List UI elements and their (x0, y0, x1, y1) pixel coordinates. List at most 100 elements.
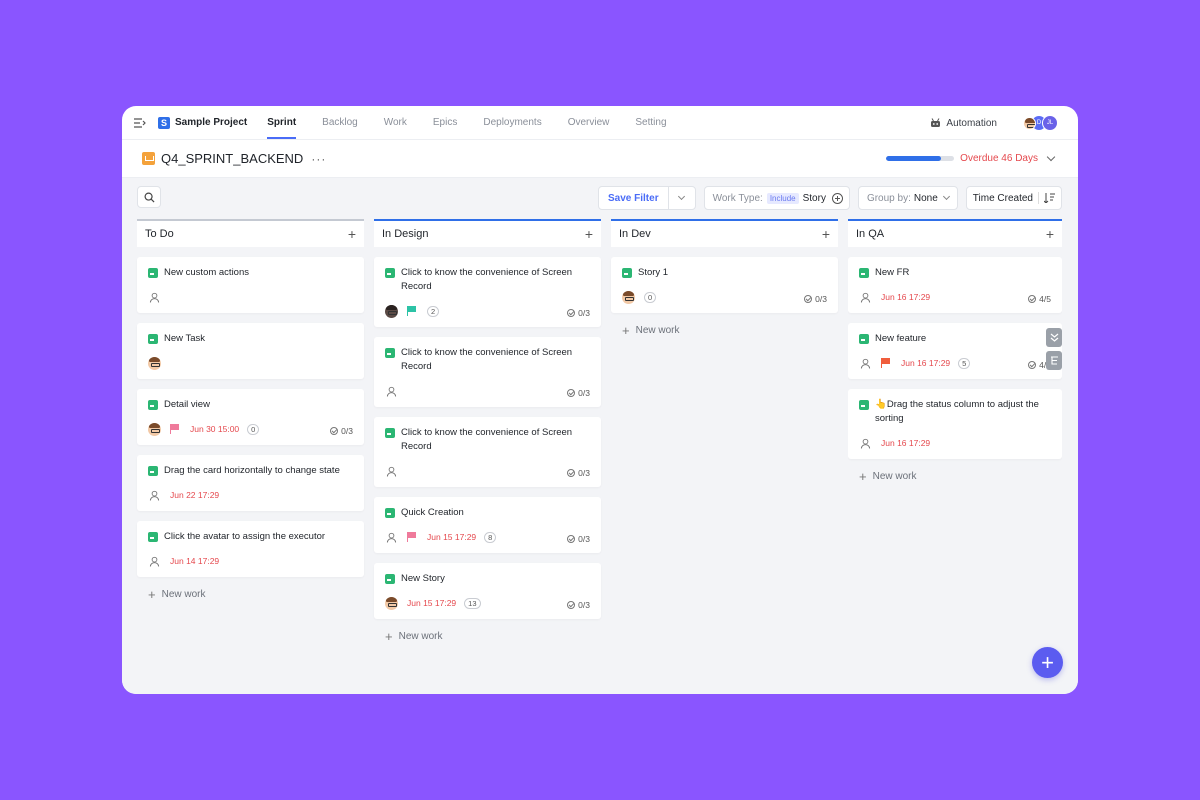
user-icon[interactable] (859, 291, 872, 304)
sprint-title[interactable]: Q4_SPRINT_BACKEND (161, 151, 303, 166)
tab-setting[interactable]: Setting (635, 106, 666, 139)
card-title[interactable]: New Task (164, 332, 205, 346)
sprint-progress[interactable]: Overdue 46 Days (886, 152, 1056, 164)
avatar[interactable] (148, 422, 161, 436)
work-card[interactable]: New featureJun 16 17:2954/5 (848, 323, 1062, 379)
work-card[interactable]: Click to know the convenience of Screen … (374, 337, 601, 407)
user-icon[interactable] (148, 291, 161, 304)
story-icon (148, 466, 158, 476)
card-title[interactable]: 👆Drag the status column to adjust the so… (875, 398, 1051, 426)
column-header[interactable]: To Do + (137, 219, 364, 247)
plus-circle-icon[interactable] (831, 192, 843, 204)
save-filter-dropdown[interactable] (669, 187, 695, 209)
collapse-down-icon[interactable] (1046, 328, 1062, 347)
work-card[interactable]: Quick Creation Jun 15 17:29 8 0/3 (374, 497, 601, 553)
new-work-button[interactable]: + New work (848, 469, 1062, 484)
work-card[interactable]: New Task (137, 323, 364, 379)
user-icon[interactable] (859, 357, 872, 370)
checkcircle-icon (567, 469, 576, 477)
user-icon[interactable] (859, 437, 872, 450)
more-options-icon[interactable]: ··· (311, 152, 326, 166)
column-header[interactable]: In QA + (848, 219, 1062, 247)
automation-button[interactable]: Automation (930, 118, 997, 129)
avatar[interactable] (1023, 116, 1036, 130)
card-title[interactable]: Click to know the convenience of Screen … (401, 426, 590, 454)
card-title[interactable]: New custom actions (164, 266, 249, 280)
due-date[interactable]: Jun 15 17:29 (427, 532, 476, 542)
tab-sprint[interactable]: Sprint (267, 106, 296, 139)
tab-epics[interactable]: Epics (433, 106, 457, 139)
sort-icon[interactable] (1044, 193, 1055, 203)
work-card[interactable]: Click the avatar to assign the executor J… (137, 521, 364, 577)
user-icon[interactable] (148, 555, 161, 568)
due-date[interactable]: Jun 16 17:29 (901, 358, 950, 368)
tab-deployments[interactable]: Deployments (483, 106, 541, 139)
card-title[interactable]: New Story (401, 572, 445, 586)
card-title[interactable]: Click to know the convenience of Screen … (401, 346, 590, 374)
work-card[interactable]: Click to know the convenience of Screen … (374, 417, 601, 487)
flag-icon[interactable] (170, 424, 179, 434)
avatar[interactable] (385, 596, 398, 610)
column-header[interactable]: In Dev + (611, 219, 838, 247)
tab-work[interactable]: Work (384, 106, 407, 139)
work-card[interactable]: 👆Drag the status column to adjust the so… (848, 389, 1062, 459)
chevron-down-icon[interactable] (1046, 152, 1056, 162)
avatar[interactable] (148, 356, 161, 370)
card-title[interactable]: New FR (875, 266, 909, 280)
due-date[interactable]: Jun 15 17:29 (407, 598, 456, 608)
due-date[interactable]: Jun 22 17:29 (170, 490, 219, 500)
save-filter-button[interactable]: Save Filter (598, 186, 696, 210)
add-card-icon[interactable]: + (585, 227, 593, 241)
member-avatars[interactable]: D JL (1023, 115, 1058, 131)
add-card-icon[interactable]: + (822, 227, 830, 241)
project-logo[interactable]: S (158, 116, 170, 129)
work-card[interactable]: Click to know the convenience of Screen … (374, 257, 601, 327)
card-title-row: Click the avatar to assign the executor (148, 530, 353, 544)
avatar[interactable] (622, 290, 635, 304)
work-card[interactable]: New custom actions (137, 257, 364, 313)
card-title[interactable]: New feature (875, 332, 926, 346)
save-filter-label[interactable]: Save Filter (599, 187, 669, 209)
flag-icon[interactable] (407, 306, 416, 316)
work-card[interactable]: Story 1 0 0/3 (611, 257, 838, 313)
group-by-select[interactable]: Group by: None (857, 186, 958, 210)
work-card[interactable]: Drag the card horizontally to change sta… (137, 455, 364, 511)
card-title[interactable]: Story 1 (638, 266, 668, 280)
flag-icon[interactable] (881, 358, 890, 368)
due-date[interactable]: Jun 16 17:29 (881, 438, 930, 448)
work-card[interactable]: New FR Jun 16 17:29 4/5 (848, 257, 1062, 313)
user-icon[interactable] (148, 489, 161, 502)
due-date[interactable]: Jun 14 17:29 (170, 556, 219, 566)
story-icon (385, 574, 395, 584)
user-icon[interactable] (385, 385, 398, 398)
work-card[interactable]: Detail view Jun 30 15:00 0 0/3 (137, 389, 364, 445)
due-date[interactable]: Jun 16 17:29 (881, 292, 930, 302)
new-work-button[interactable]: + New work (374, 629, 601, 644)
work-type-filter[interactable]: Work Type: Include Story (703, 186, 850, 210)
card-title[interactable]: Drag the card horizontally to change sta… (164, 464, 340, 478)
work-card[interactable]: New Story Jun 15 17:29 13 0/3 (374, 563, 601, 619)
avatar[interactable]: JL (1042, 115, 1058, 131)
user-icon[interactable] (385, 531, 398, 544)
card-title[interactable]: Click the avatar to assign the executor (164, 530, 325, 544)
new-work-button[interactable]: + New work (137, 587, 364, 602)
tab-overview[interactable]: Overview (568, 106, 610, 139)
flag-icon[interactable] (407, 532, 416, 542)
add-card-icon[interactable]: + (1046, 227, 1054, 241)
add-card-icon[interactable]: + (348, 227, 356, 241)
add-work-fab[interactable]: + (1032, 647, 1063, 678)
card-title[interactable]: Quick Creation (401, 506, 464, 520)
sort-select[interactable]: Time Created (965, 186, 1062, 210)
due-date[interactable]: Jun 30 15:00 (190, 424, 239, 434)
project-name[interactable]: Sample Project (175, 117, 247, 128)
tree-icon[interactable] (1046, 351, 1062, 370)
new-work-button[interactable]: + New work (611, 323, 838, 338)
card-title[interactable]: Click to know the convenience of Screen … (401, 266, 590, 294)
avatar[interactable] (385, 304, 398, 318)
card-title[interactable]: Detail view (164, 398, 210, 412)
menu-collapse-icon[interactable] (134, 116, 148, 130)
user-icon[interactable] (385, 465, 398, 478)
tab-backlog[interactable]: Backlog (322, 106, 358, 139)
column-header[interactable]: In Design + (374, 219, 601, 247)
search-button[interactable] (137, 186, 161, 208)
